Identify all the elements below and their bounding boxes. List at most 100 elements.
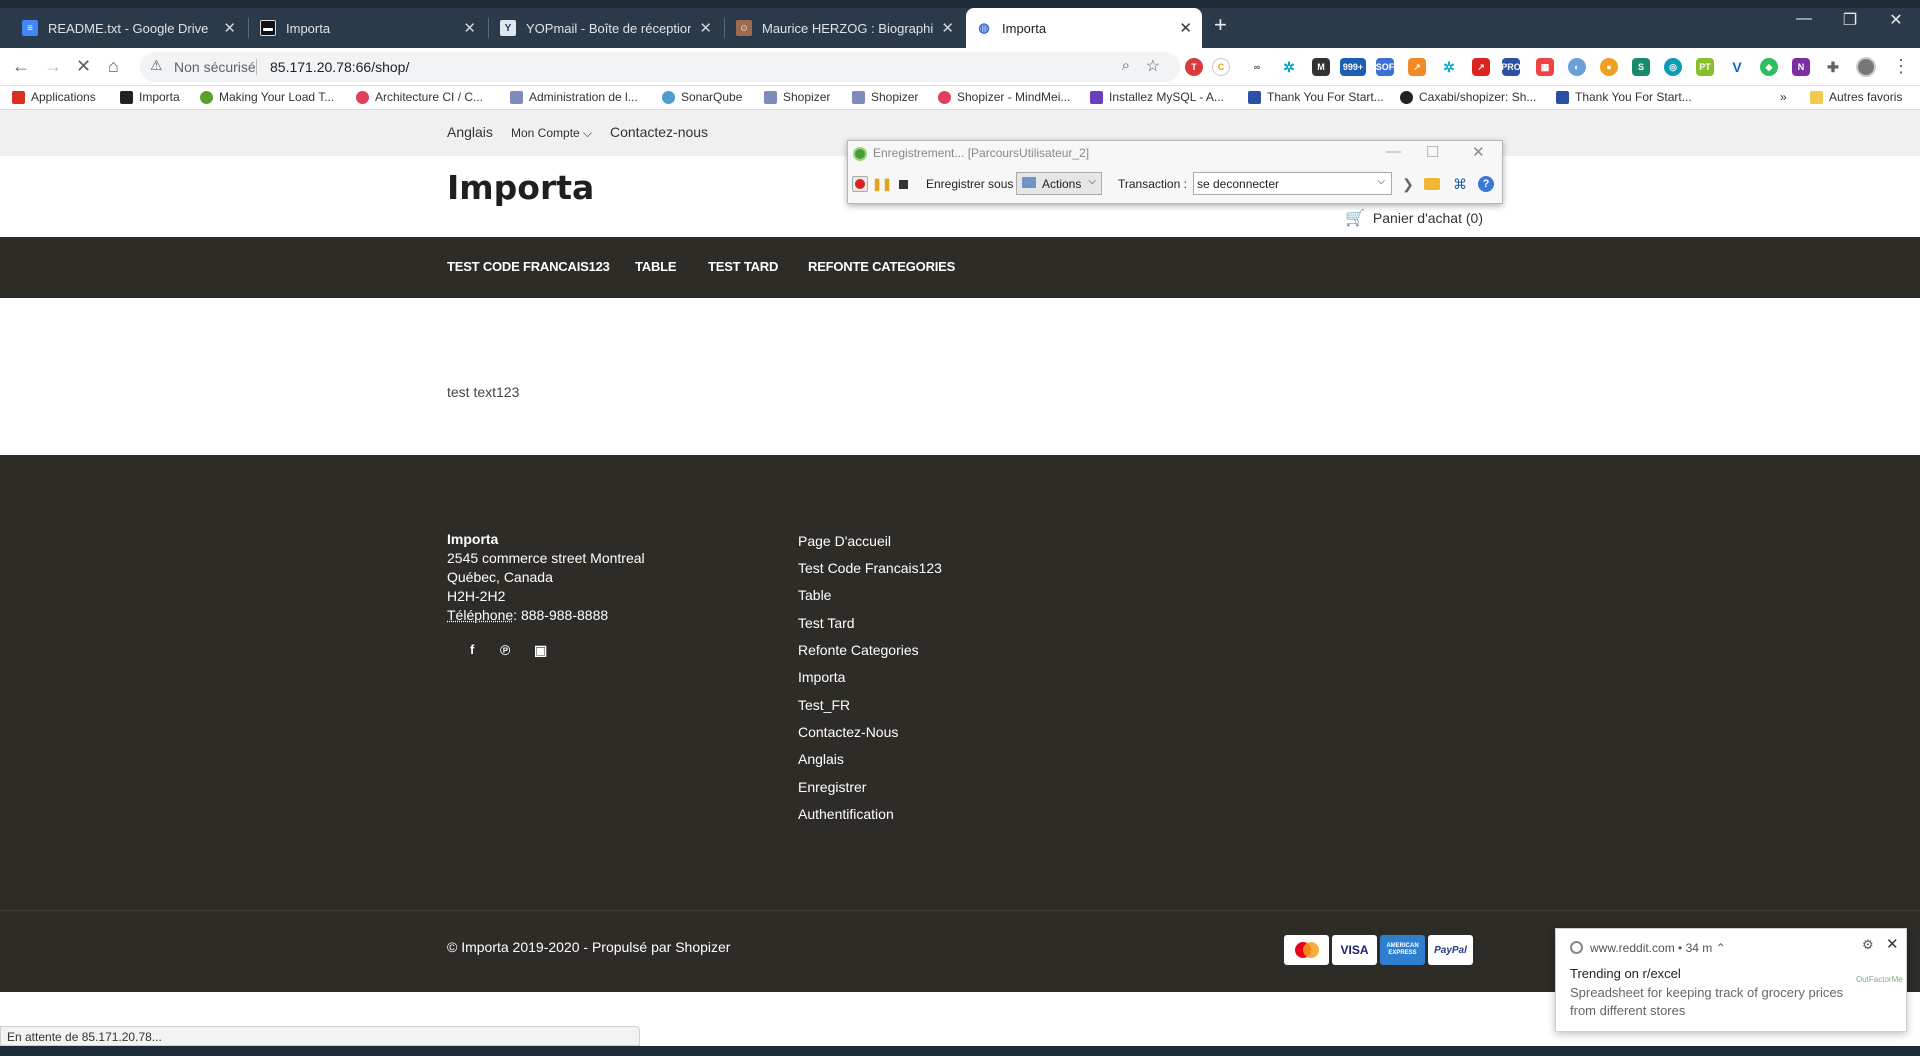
site-logo[interactable]: Importa <box>447 168 594 207</box>
bookmark-star-icon[interactable]: ☆ <box>1146 56 1160 76</box>
actions-dropdown[interactable]: Actions ⌵ <box>1016 172 1102 195</box>
extension-icon[interactable]: ◐ <box>1568 58 1586 76</box>
extension-icon[interactable]: PRO <box>1501 58 1521 76</box>
puzzle-icon[interactable]: ✚ <box>1824 58 1842 76</box>
minimize-button[interactable]: — <box>1784 10 1824 28</box>
footer-link[interactable]: Contactez-Nous <box>798 724 898 740</box>
extension-icon[interactable]: C <box>1212 58 1230 76</box>
footer-link[interactable]: Test_FR <box>798 697 850 713</box>
maximize-button[interactable]: ☐ <box>1426 143 1439 161</box>
close-button[interactable]: ✕ <box>1472 143 1485 161</box>
bookmark-thank-you-2[interactable]: Thank You For Start... <box>1556 90 1692 104</box>
category-link[interactable]: TEST TARD <box>708 259 778 274</box>
tab-readme[interactable]: ≡ README.txt - Google Drive ✕ <box>12 8 246 48</box>
cart-link[interactable]: 🛒 Panier d'achat (0) <box>1345 208 1483 228</box>
language-link[interactable]: Anglais <box>447 124 493 140</box>
chart-extension-icon[interactable]: ↗ <box>1408 58 1426 76</box>
category-link[interactable]: REFONTE CATEGORIES <box>808 259 955 274</box>
bookmark-making-load[interactable]: Making Your Load T... <box>200 90 334 104</box>
close-tab-icon[interactable]: ✕ <box>463 19 476 37</box>
profile-avatar[interactable] <box>1856 57 1876 77</box>
pause-button[interactable]: ❚❚ <box>872 176 892 192</box>
bookmark-installez-mysql[interactable]: Installez MySQL - A... <box>1090 90 1224 104</box>
search-icon[interactable]: ⌕ <box>1122 57 1130 74</box>
footer-link[interactable]: Authentification <box>798 806 894 822</box>
extension-icon[interactable]: SOF <box>1376 58 1394 76</box>
network-icon[interactable]: ⌘ <box>1452 176 1468 192</box>
footer-link[interactable]: Anglais <box>798 751 844 767</box>
tab-importa-1[interactable]: ▬ Importa ✕ <box>250 8 486 48</box>
address-bar[interactable]: ⚠ Non sécurisé 85.171.20.78:66/shop/ ⌕ ☆ <box>140 52 1180 82</box>
close-window-button[interactable]: ✕ <box>1876 10 1916 30</box>
gmail-extension-icon[interactable]: M <box>1312 58 1330 76</box>
bookmark-shopizer-1[interactable]: Shopizer <box>764 90 830 104</box>
footer-link[interactable]: Test Code Francais123 <box>798 560 942 576</box>
notification-age[interactable]: • 34 m ⌃ <box>1678 941 1726 955</box>
forward-arrow-icon[interactable]: ❯ <box>1400 176 1416 192</box>
stop-loading-button[interactable]: ✕ <box>76 56 91 77</box>
bookmark-architecture[interactable]: Architecture CI / C... <box>356 90 483 104</box>
new-tab-button[interactable]: + <box>1214 13 1227 37</box>
footer-link[interactable]: Page D'accueil <box>798 533 891 549</box>
contact-link[interactable]: Contactez-nous <box>610 124 708 140</box>
bookmark-shopizer-mindmeister[interactable]: Shopizer - MindMei... <box>938 90 1070 104</box>
bookmark-shopizer-2[interactable]: Shopizer <box>852 90 918 104</box>
bookmark-apps[interactable]: Applications <box>12 90 96 104</box>
open-folder-icon[interactable] <box>1424 178 1440 190</box>
tab-importa-active[interactable]: ◍ Importa ✕ <box>966 8 1202 48</box>
footer-link[interactable]: Table <box>798 587 831 603</box>
home-button[interactable]: ⌂ <box>108 56 119 77</box>
close-tab-icon[interactable]: ✕ <box>223 19 236 37</box>
stop-button[interactable] <box>895 176 911 192</box>
onenote-extension-icon[interactable]: N <box>1792 58 1810 76</box>
extension-icon[interactable]: S <box>1632 58 1650 76</box>
cookie-extension-icon[interactable]: ● <box>1600 58 1618 76</box>
footer-link[interactable]: Refonte Categories <box>798 642 919 658</box>
extension-icon[interactable]: ✲ <box>1440 58 1458 76</box>
instagram-icon[interactable]: ▣ <box>534 642 547 659</box>
bookmark-sonarqube[interactable]: SonarQube <box>662 90 742 104</box>
footer-link[interactable]: Importa <box>798 669 845 685</box>
pinterest-icon[interactable]: ℗ <box>500 642 510 658</box>
bookmark-caxabi-github[interactable]: Caxabi/shopizer: Sh... <box>1400 90 1536 104</box>
tab-yopmail[interactable]: Y YOPmail - Boîte de réception ✕ <box>490 8 722 48</box>
back-button[interactable]: ← <box>12 56 30 77</box>
close-tab-icon[interactable]: ✕ <box>699 19 712 37</box>
close-tab-icon[interactable]: ✕ <box>1179 19 1192 37</box>
notification-badge-icon[interactable]: 999+ <box>1340 58 1366 76</box>
extension-icon[interactable]: ✲ <box>1280 58 1298 76</box>
footer-link[interactable]: Test Tard <box>798 615 855 631</box>
footer-link[interactable]: Enregistrer <box>798 779 866 795</box>
grid-extension-icon[interactable]: ▦ <box>1536 58 1554 76</box>
extension-icon[interactable]: T <box>1185 58 1203 76</box>
extension-icon[interactable]: V <box>1728 58 1746 76</box>
pdf-extension-icon[interactable]: ↗ <box>1472 58 1490 76</box>
account-menu[interactable]: Mon Compte ⌵ <box>511 126 592 141</box>
bookmark-other-favorites[interactable]: Autres favoris <box>1810 90 1902 104</box>
close-icon[interactable]: ✕ <box>1886 935 1899 953</box>
link-extension-icon[interactable]: ∞ <box>1248 58 1266 76</box>
kebab-menu-icon[interactable]: ⋮ <box>1892 56 1910 77</box>
transaction-combobox[interactable]: se deconnecter ⌵ <box>1193 172 1392 195</box>
security-status[interactable]: Non sécurisé <box>174 59 256 75</box>
extension-icon[interactable]: PT <box>1696 58 1714 76</box>
tab-maurice-herzog[interactable]: ☺ Maurice HERZOG : Biographie, Tom ✕ <box>726 8 964 48</box>
restore-button[interactable]: ❐ <box>1830 10 1870 30</box>
bookmarks-overflow-button[interactable]: » <box>1780 90 1787 104</box>
gear-icon[interactable]: ⚙ <box>1862 937 1874 953</box>
url-text[interactable]: 85.171.20.78:66/shop/ <box>270 59 409 75</box>
record-button[interactable] <box>852 176 868 192</box>
facebook-icon[interactable]: f <box>470 642 474 657</box>
evernote-extension-icon[interactable]: ◆ <box>1760 58 1778 76</box>
bookmark-administration[interactable]: Administration de l... <box>510 90 638 104</box>
forward-button[interactable]: → <box>44 56 62 77</box>
category-link[interactable]: TEST CODE FRANCAIS123 <box>447 259 610 274</box>
minimize-button[interactable]: — <box>1386 143 1401 160</box>
chrome-notification[interactable]: www.reddit.com • 34 m ⌃ ⚙ ✕ Trending on … <box>1555 928 1907 1032</box>
close-tab-icon[interactable]: ✕ <box>941 19 954 37</box>
help-icon[interactable]: ? <box>1478 176 1494 192</box>
category-link[interactable]: TABLE <box>635 259 677 274</box>
bookmark-thank-you-1[interactable]: Thank You For Start... <box>1248 90 1384 104</box>
bookmark-importa[interactable]: Importa <box>120 90 180 104</box>
extension-icon[interactable]: ◎ <box>1664 58 1682 76</box>
